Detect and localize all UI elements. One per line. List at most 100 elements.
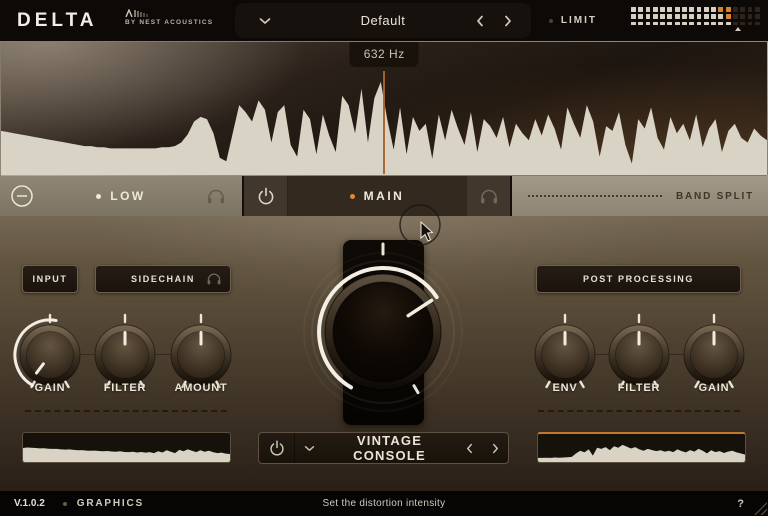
- mode-menu-button[interactable]: [295, 433, 323, 463]
- filter-knob-label: FILTER: [83, 382, 167, 394]
- limit-toggle[interactable]: LIMIT: [549, 0, 597, 41]
- meter-cell: [660, 14, 665, 19]
- limit-indicator: [549, 19, 553, 23]
- meter-cell: [733, 7, 738, 12]
- status-hint: Set the distortion intensity: [0, 498, 768, 509]
- mode-name[interactable]: VINTAGE CONSOLE: [323, 433, 456, 463]
- band-split-label: BAND SPLIT: [676, 191, 754, 202]
- meter-cell: [653, 14, 658, 19]
- meter-cell: [718, 7, 723, 12]
- byline-text: BY NEST ACOUSTICS: [125, 19, 213, 26]
- meter-cell: [646, 22, 651, 25]
- low-solo-button[interactable]: [194, 176, 238, 216]
- meter-cell: [697, 7, 702, 12]
- tab-main-band[interactable]: MAIN: [244, 176, 510, 216]
- meter-cell: [740, 14, 745, 19]
- meter-cell: [748, 14, 753, 19]
- gain2-knob-label: GAIN: [672, 382, 756, 394]
- meter-cell: [711, 7, 716, 12]
- band-bar: LOW MAIN BAND SPLIT: [0, 176, 768, 216]
- meter-cell: [689, 7, 694, 12]
- meter-cell: [697, 14, 702, 19]
- meter-cell: [646, 7, 651, 12]
- meter-cell: [748, 22, 753, 25]
- dashed-divider-right: [538, 410, 740, 412]
- meter-cell: [711, 22, 716, 25]
- mode-prev-button[interactable]: [456, 433, 482, 463]
- meter-cell: [675, 7, 680, 12]
- knob-graphic: [288, 237, 478, 427]
- mode-power-button[interactable]: [259, 433, 295, 463]
- meter-cell: [675, 22, 680, 25]
- post-processing-label: POST PROCESSING: [583, 274, 694, 284]
- dashed-divider-left: [25, 410, 227, 412]
- control-panel: INPUT SIDECHAIN POST PROCESSING GAIN FIL…: [0, 216, 768, 491]
- meter-cell: [631, 14, 636, 19]
- sidechain-button[interactable]: SIDECHAIN: [95, 265, 231, 293]
- power-icon: [268, 439, 286, 457]
- meter-cell: [631, 7, 636, 12]
- meter-cell: [638, 7, 643, 12]
- main-solo-button[interactable]: [466, 176, 510, 216]
- headphones-icon: [479, 188, 499, 204]
- crossover-marker[interactable]: [383, 71, 385, 174]
- meter-cell: [740, 7, 745, 12]
- sidechain-listen-button[interactable]: [206, 272, 222, 285]
- meter-cell: [704, 22, 709, 25]
- output-waveform-display: [537, 432, 746, 463]
- chevron-right-icon: [504, 15, 512, 27]
- distortion-mode-selector: VINTAGE CONSOLE: [258, 432, 509, 464]
- meter-cell: [740, 22, 745, 25]
- preset-next-button[interactable]: [497, 3, 519, 38]
- meter-cell: [726, 22, 731, 25]
- chevron-right-icon: [492, 443, 499, 454]
- post-processing-button[interactable]: POST PROCESSING: [536, 265, 741, 293]
- filter2-knob-label: FILTER: [597, 382, 681, 394]
- headphones-icon: [206, 272, 222, 285]
- gain-knob-label: GAIN: [8, 382, 92, 394]
- mode-next-button[interactable]: [482, 433, 508, 463]
- meter-cell: [755, 7, 760, 12]
- chevron-left-icon: [476, 15, 484, 27]
- meter-cell: [682, 7, 687, 12]
- output-meter: [631, 7, 762, 27]
- meter-cell: [682, 14, 687, 19]
- input-waveform-display: [22, 432, 231, 463]
- meter-cell: [667, 7, 672, 12]
- meter-cell: [748, 7, 753, 12]
- brand-logo: DELTA: [17, 10, 98, 32]
- low-band-dot: [96, 194, 101, 199]
- band-split-strip[interactable]: BAND SPLIT: [512, 176, 768, 216]
- distortion-knob[interactable]: [288, 237, 478, 427]
- crossover-frequency-label: 632 Hz: [350, 42, 419, 67]
- meter-cell: [653, 7, 658, 12]
- low-band-label: LOW: [110, 189, 146, 203]
- status-bar: V.1.0.2 GRAPHICS Set the distortion inte…: [0, 491, 768, 516]
- amount-knob-label: AMOUNT: [159, 382, 243, 394]
- chevron-left-icon: [466, 443, 473, 454]
- meter-cell: [704, 14, 709, 19]
- help-button[interactable]: ?: [737, 498, 744, 510]
- meter-cell: [697, 22, 702, 25]
- meter-cell: [638, 22, 643, 25]
- preset-prev-button[interactable]: [469, 3, 491, 38]
- meter-cell: [733, 14, 738, 19]
- tab-low-band[interactable]: LOW: [0, 176, 242, 216]
- meter-cell: [682, 22, 687, 25]
- meter-cell: [646, 14, 651, 19]
- sidechain-button-label: SIDECHAIN: [131, 274, 195, 284]
- main-band-label: MAIN: [364, 189, 405, 203]
- meter-cell: [689, 22, 694, 25]
- meter-cell: [755, 14, 760, 19]
- meter-cell: [660, 22, 665, 25]
- meter-cell: [667, 14, 672, 19]
- meter-cell: [704, 7, 709, 12]
- nest-acoustics-icon: [125, 9, 155, 17]
- input-button[interactable]: INPUT: [22, 265, 78, 293]
- meter-cell: [733, 22, 738, 25]
- preset-bar: Default: [235, 3, 531, 38]
- meter-caret-icon: [735, 27, 741, 31]
- meter-cell: [675, 14, 680, 19]
- plugin-window: DELTA BY NEST ACOUSTICS Default: [0, 0, 768, 516]
- spectrum-analyzer: 632 Hz: [0, 41, 768, 176]
